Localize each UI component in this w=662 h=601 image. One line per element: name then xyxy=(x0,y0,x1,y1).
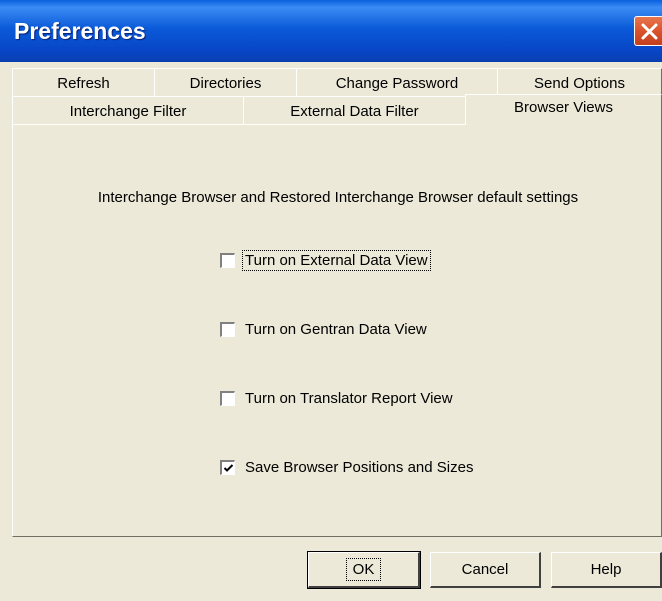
tab-label: Directories xyxy=(189,74,262,92)
tab-label: Send Options xyxy=(534,74,625,92)
translator-report-view-checkbox[interactable] xyxy=(220,390,235,406)
close-icon xyxy=(641,23,658,40)
help-button-label: Help xyxy=(590,561,622,578)
checkmark-icon xyxy=(223,463,234,472)
tab-label: Interchange Filter xyxy=(69,102,187,120)
title-bar[interactable]: Preferences xyxy=(0,0,662,62)
option-label[interactable]: Turn on External Data View xyxy=(242,249,431,271)
section-label: Interchange Browser and Restored Interch… xyxy=(97,189,579,206)
tab-interchange-filter[interactable]: Interchange Filter xyxy=(12,96,244,125)
option-label[interactable]: Save Browser Positions and Sizes xyxy=(243,458,475,477)
gentran-data-view-checkbox[interactable] xyxy=(220,321,235,337)
tab-directories[interactable]: Directories xyxy=(154,68,297,97)
tab-refresh[interactable]: Refresh xyxy=(12,68,155,97)
option-label[interactable]: Turn on Translator Report View xyxy=(243,389,455,408)
external-data-view-checkbox[interactable] xyxy=(220,252,235,268)
option-gentran-data-view[interactable]: Turn on Gentran Data View xyxy=(220,318,429,340)
ok-button[interactable]: OK xyxy=(307,551,421,589)
option-external-data-view[interactable]: Turn on External Data View xyxy=(220,249,431,271)
option-label[interactable]: Turn on Gentran Data View xyxy=(243,320,429,339)
option-save-browser-positions[interactable]: Save Browser Positions and Sizes xyxy=(220,456,475,478)
cancel-button[interactable]: Cancel xyxy=(430,552,541,588)
tab-label: Change Password xyxy=(335,74,459,92)
window-title: Preferences xyxy=(14,18,146,44)
tab-label: Browser Views xyxy=(514,99,613,116)
tab-send-options[interactable]: Send Options xyxy=(497,68,662,97)
cancel-button-label: Cancel xyxy=(461,561,509,578)
tab-change-password[interactable]: Change Password xyxy=(296,68,498,97)
ok-button-label: OK xyxy=(345,558,382,581)
browser-views-panel: Interchange Browser and Restored Interch… xyxy=(12,124,662,537)
close-button[interactable] xyxy=(634,16,662,46)
tab-external-data-filter[interactable]: External Data Filter xyxy=(243,96,466,125)
option-translator-report-view[interactable]: Turn on Translator Report View xyxy=(220,387,455,409)
tab-label: Refresh xyxy=(57,74,110,92)
preferences-dialog: Preferences Refresh Directories Change P… xyxy=(0,0,662,601)
save-browser-positions-checkbox[interactable] xyxy=(220,459,235,475)
tab-label: External Data Filter xyxy=(290,102,419,120)
help-button[interactable]: Help xyxy=(551,552,662,588)
tab-browser-views[interactable]: Browser Views xyxy=(465,94,662,125)
